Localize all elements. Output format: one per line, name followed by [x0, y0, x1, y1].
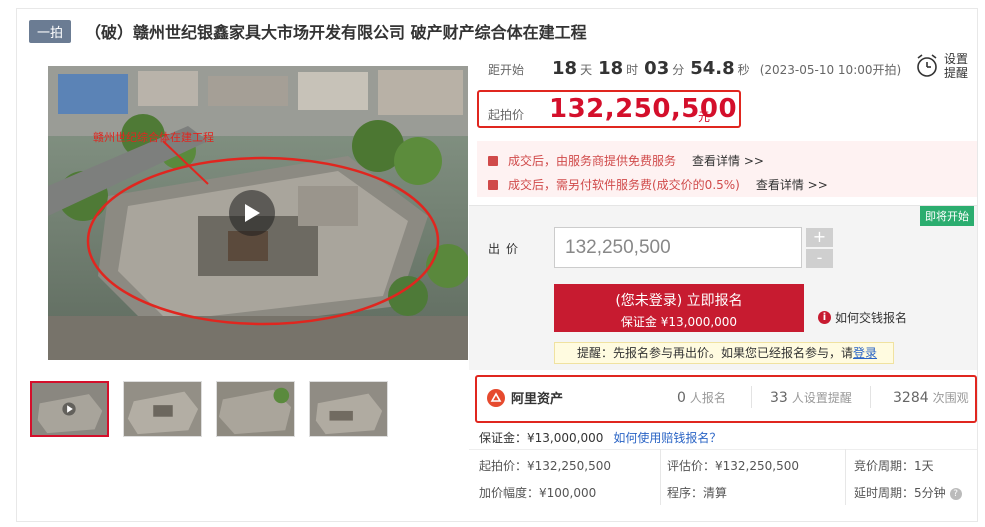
detail-procedure: 程序：清算: [667, 486, 728, 500]
ali-assets-text: 阿里资产: [511, 392, 564, 407]
thumbnail-2[interactable]: [123, 381, 202, 437]
detail-increment: 加价幅度：¥100,000: [479, 486, 597, 500]
signup-count: 0 人报名: [677, 389, 726, 406]
register-now-button[interactable]: (您未登录) 立即报名 保证金 ¥13,000,000: [554, 284, 804, 332]
round-tag: 一拍: [29, 19, 72, 43]
bid-amount-input[interactable]: 132,250,500: [554, 227, 802, 268]
detail-start-price: 起拍价：¥132,250,500: [479, 459, 611, 473]
details-divider: [845, 449, 846, 505]
countdown: 距开始 18 天 18 时 03 分 54.8 秒 (2023-05-10 10…: [488, 58, 901, 79]
notice-text: 成交后，由服务商提供免费服务: [508, 154, 677, 168]
signup-number: 0: [677, 390, 686, 406]
alarm-clock-icon: [917, 54, 937, 77]
tip-text: 提醒：先报名参与再出价。如果您已经报名参与，请: [577, 346, 854, 360]
reminder-count: 33 人设置提醒: [770, 389, 852, 406]
stats-divider: [870, 386, 871, 408]
thumbnail-1[interactable]: [30, 381, 109, 437]
start-time: (2023-05-10 10:00开拍): [759, 63, 902, 77]
main-image[interactable]: 赣州世纪综合体在建工程: [48, 66, 468, 360]
countdown-hours: 18: [598, 58, 624, 79]
page-title: （破）赣州世纪银鑫家具大市场开发有限公司 破产财产综合体在建工程: [85, 23, 587, 42]
thumbnail-image: [217, 382, 294, 436]
details-divider: [660, 449, 661, 505]
reminder-label-line2: 提醒: [944, 66, 969, 80]
how-to-pay-label: 如何交钱报名: [835, 311, 908, 325]
countdown-days-unit: 天: [580, 63, 593, 77]
start-price-label: 起拍价: [488, 108, 525, 122]
detail-extension: 延时周期：5分钟?: [854, 484, 962, 501]
gift-icon: [488, 155, 498, 166]
countdown-hours-unit: 时: [626, 63, 639, 77]
reminder-count-label: 人设置提醒: [791, 391, 852, 405]
ali-assets-logo-icon: [487, 388, 505, 407]
start-price-unit: 元: [698, 110, 711, 124]
thumbnail-strip: [30, 381, 388, 437]
title-row: 一拍 （破）赣州世纪银鑫家具大市场开发有限公司 破产财产综合体在建工程: [29, 18, 587, 44]
view-count: 3284 次围观: [893, 389, 969, 406]
set-reminder-button[interactable]: 设置 提醒: [916, 52, 970, 80]
info-icon: i: [818, 311, 831, 324]
help-icon[interactable]: ?: [949, 487, 962, 500]
countdown-minutes-unit: 分: [672, 63, 685, 77]
view-label: 次围观: [932, 391, 969, 405]
reminder-label: 设置 提醒: [944, 52, 970, 80]
ali-assets-logo: 阿里资产: [487, 388, 563, 407]
decrease-bid-button[interactable]: -: [806, 249, 833, 268]
deposit-text: 保证金：¥13,000,000: [479, 431, 604, 445]
thumbnail-3[interactable]: [216, 381, 295, 437]
thumbnail-image: [124, 382, 201, 436]
thumbnail-4[interactable]: [309, 381, 388, 437]
gift-icon: [488, 179, 498, 190]
login-tip: 提醒：先报名参与再出价。如果您已经报名参与，请登录: [554, 342, 894, 364]
login-link[interactable]: 登录: [853, 346, 877, 360]
countdown-days: 18: [552, 58, 578, 79]
notice-text: 成交后，需另付软件服务费(成交价的0.5%): [508, 178, 740, 192]
countdown-minutes: 03: [644, 58, 670, 79]
signup-label: 人报名: [689, 391, 726, 405]
countdown-label: 距开始: [488, 63, 525, 77]
register-button-label: (您未登录) 立即报名: [615, 293, 743, 309]
annotation-label: 赣州世纪综合体在建工程: [93, 130, 214, 144]
thumbnail-image: [310, 382, 387, 436]
status-badge: 即将开始: [920, 206, 974, 226]
detail-bid-period: 竞价周期：1天: [854, 459, 934, 473]
register-deposit-label: 保证金 ¥13,000,000: [620, 315, 738, 329]
view-number: 3284: [893, 390, 929, 406]
how-to-pay-link[interactable]: i 如何交钱报名: [818, 309, 907, 326]
reminder-number: 33: [770, 390, 788, 406]
notice-detail-link[interactable]: 查看详情 >>: [692, 152, 764, 169]
increase-bid-button[interactable]: +: [806, 228, 833, 247]
stats-divider: [751, 386, 752, 408]
play-icon: [245, 204, 260, 222]
notice-item: 成交后，由服务商提供免费服务 查看详情 >>: [488, 152, 764, 169]
detail-extension-text: 延时周期：5分钟: [854, 486, 946, 500]
notice-item: 成交后，需另付软件服务费(成交价的0.5%) 查看详情 >>: [488, 176, 828, 193]
detail-appraisal: 评估价：¥132,250,500: [667, 459, 799, 473]
countdown-seconds: 54.8: [690, 58, 735, 79]
deposit-help-link[interactable]: 如何使用赔钱报名？: [613, 429, 721, 446]
play-video-button[interactable]: [229, 190, 275, 236]
countdown-seconds-unit: 秒: [737, 63, 750, 77]
deposit-row: 保证金：¥13,000,000 如何使用赔钱报名？: [479, 429, 721, 446]
notice-detail-link[interactable]: 查看详情 >>: [756, 176, 828, 193]
bid-label: 出价: [488, 242, 525, 256]
thumbnail-video-image: [32, 383, 107, 435]
reminder-label-line1: 设置: [944, 52, 969, 66]
